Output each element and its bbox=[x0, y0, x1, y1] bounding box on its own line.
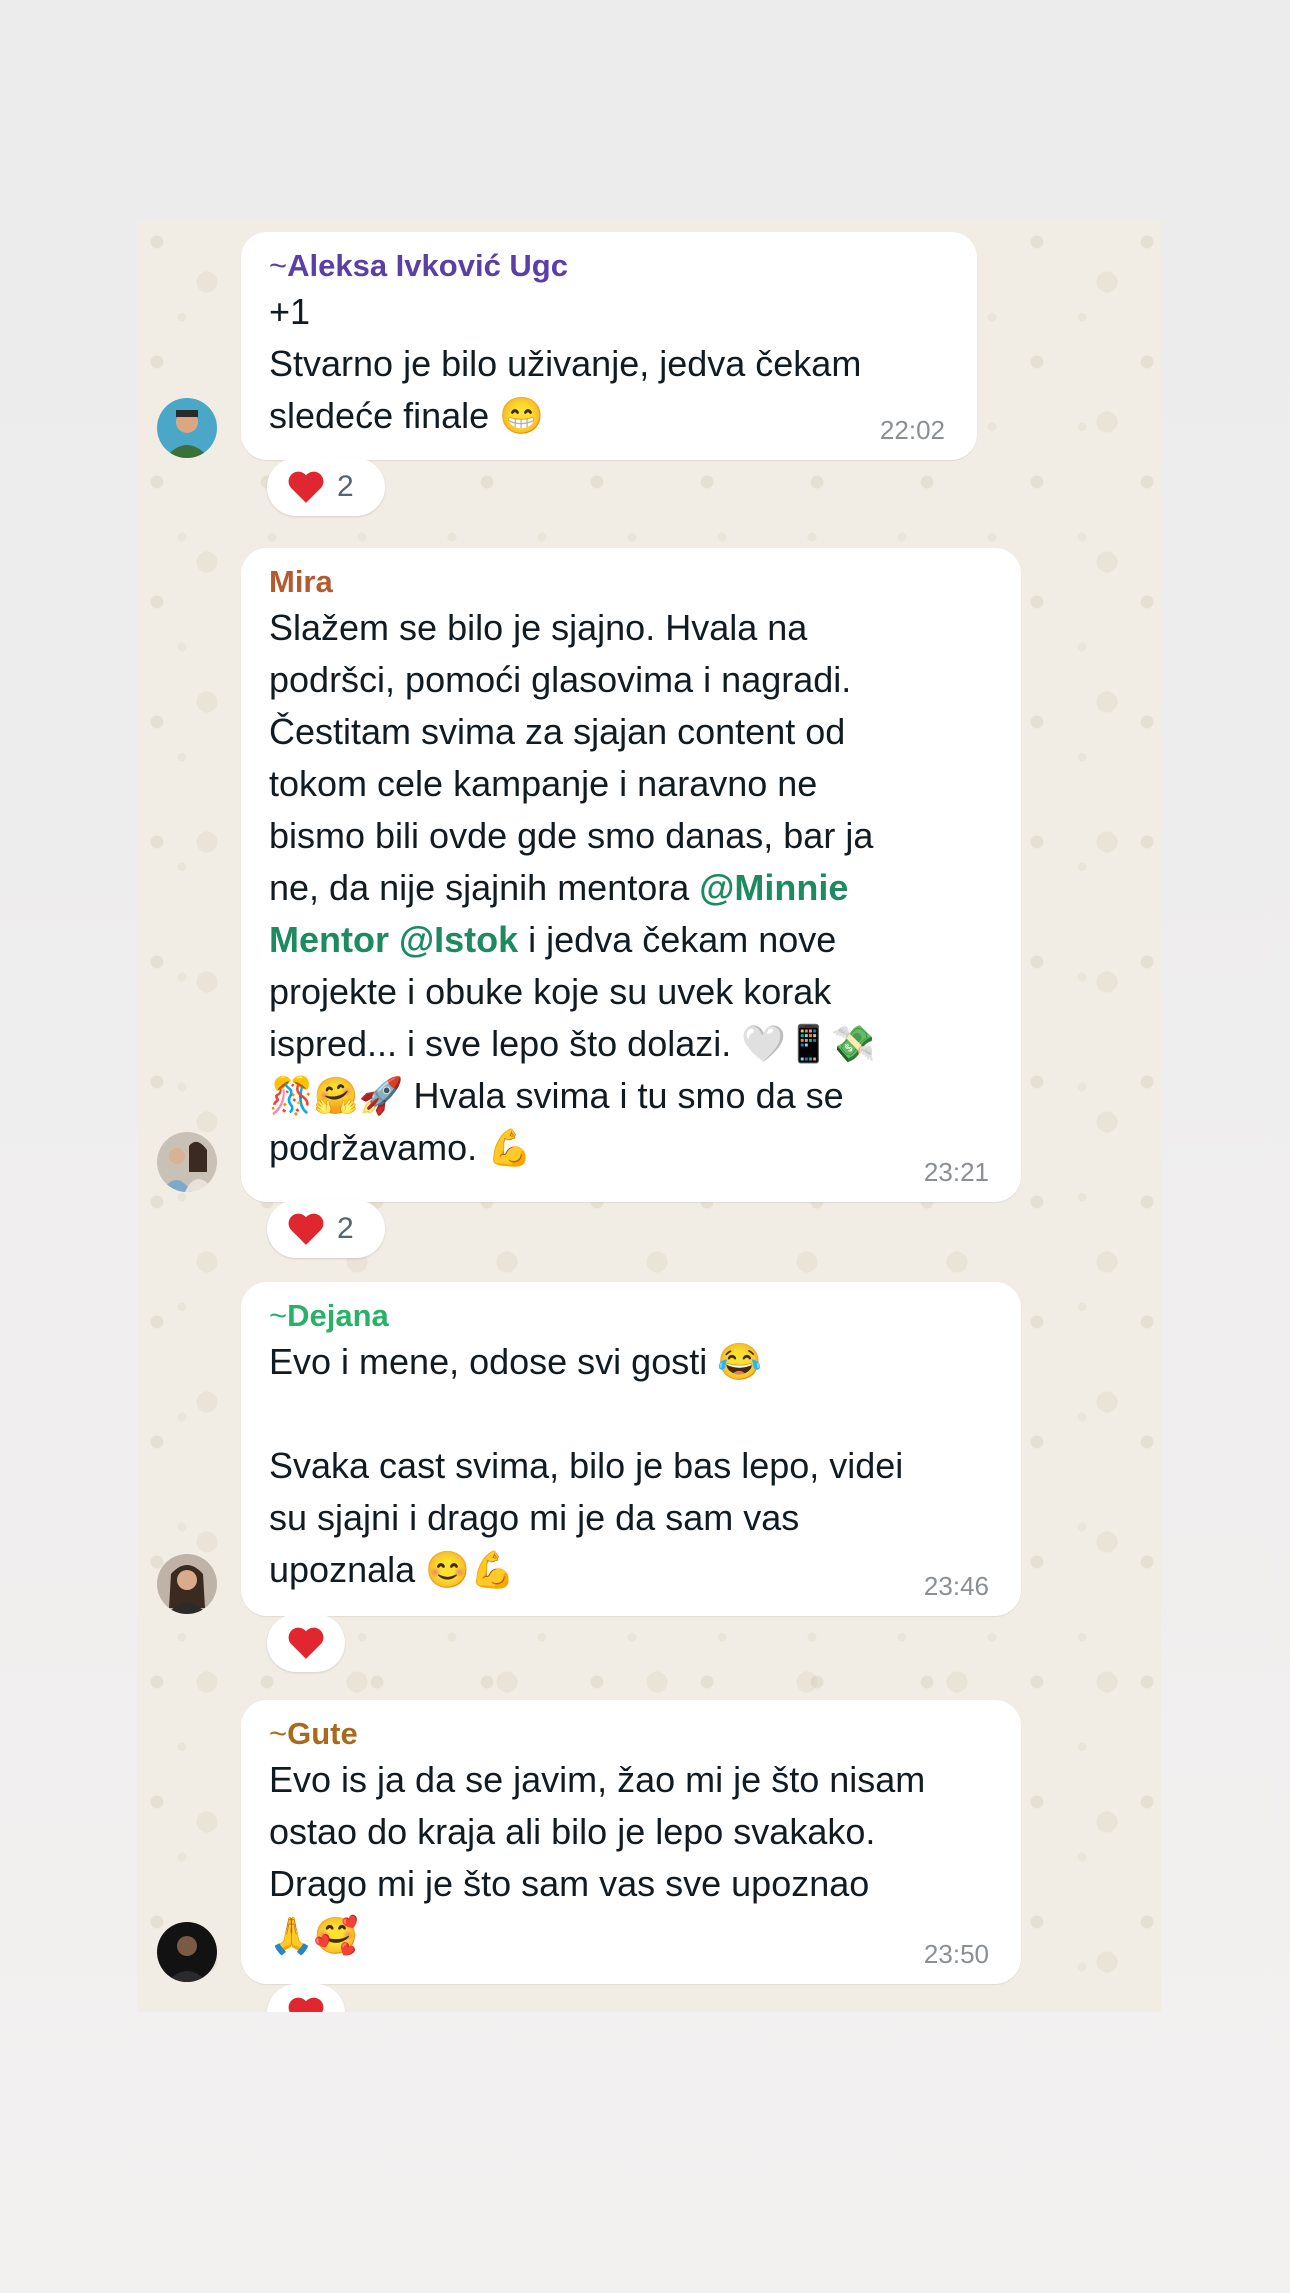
reaction-badge[interactable]: 2 bbox=[267, 1200, 385, 1258]
heart-icon bbox=[288, 1997, 324, 2012]
chat-area: ~Aleksa Ivković Ugc +1 Stvarno je bilo u… bbox=[137, 222, 1161, 2012]
message-line: +1 bbox=[269, 291, 311, 332]
message-text: Slažem se bilo je sjajno. Hvala na podrš… bbox=[269, 607, 876, 1168]
message-time: 23:46 bbox=[923, 1571, 989, 1601]
message-line: sledeće finale 😁 bbox=[269, 395, 544, 436]
reaction-badge[interactable] bbox=[267, 1984, 345, 2012]
heart-icon bbox=[288, 1627, 324, 1659]
mention-link[interactable]: @Istok bbox=[399, 919, 518, 960]
sender-name: ~Aleksa Ivković Ugc bbox=[269, 248, 568, 283]
avatar[interactable] bbox=[157, 1132, 217, 1192]
message-text: Evo i mene, odose svi gosti 😂 Svaka cast… bbox=[269, 1341, 904, 1590]
reaction-badge[interactable]: 2 bbox=[267, 458, 385, 516]
sender-name: ~Gute bbox=[269, 1716, 358, 1751]
heart-icon bbox=[288, 471, 324, 503]
avatar[interactable] bbox=[157, 398, 217, 458]
sender-name: ~Dejana bbox=[269, 1298, 389, 1333]
message-text: Evo is ja da se javim, žao mi je što nis… bbox=[269, 1759, 926, 1956]
message-bubble[interactable]: Mira Slažem se bilo je sjajno. Hvala na … bbox=[241, 548, 1021, 1202]
heart-icon bbox=[288, 1213, 324, 1245]
message-bubble[interactable]: ~Dejana Evo i mene, odose svi gosti 😂 Sv… bbox=[241, 1282, 1021, 1616]
reaction-count: 2 bbox=[337, 1212, 354, 1245]
message-bubble[interactable]: ~Gute Evo is ja da se javim, žao mi je š… bbox=[241, 1700, 1021, 1984]
avatar[interactable] bbox=[157, 1554, 217, 1614]
message-line: Stvarno je bilo uživanje, jedva čekam bbox=[269, 343, 862, 384]
reaction-count: 2 bbox=[337, 470, 354, 503]
message-time: 23:21 bbox=[923, 1157, 989, 1187]
message-time: 23:50 bbox=[923, 1939, 989, 1969]
avatar[interactable] bbox=[157, 1922, 217, 1982]
reaction-badge[interactable] bbox=[267, 1614, 345, 1672]
message-bubble[interactable]: ~Aleksa Ivković Ugc +1 Stvarno je bilo u… bbox=[241, 232, 977, 460]
message-time: 22:02 bbox=[879, 415, 945, 445]
sender-name: Mira bbox=[269, 564, 333, 599]
